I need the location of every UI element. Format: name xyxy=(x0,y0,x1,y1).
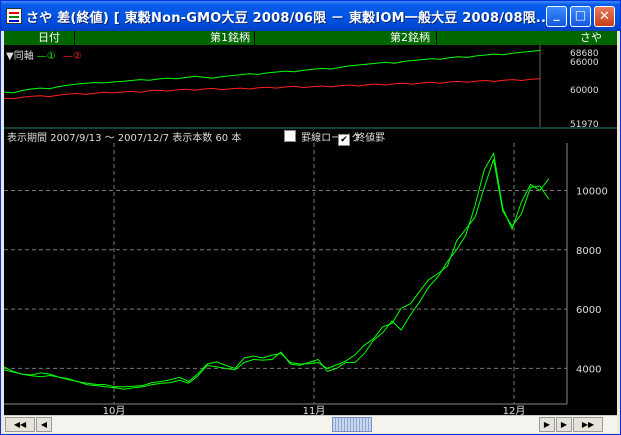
y-tick-label: 6000 xyxy=(576,305,601,316)
chart-app-icon xyxy=(6,8,22,24)
scroll-last-button[interactable]: ▶▶ xyxy=(573,417,603,432)
period-info: 表示期間 2007/9/13 ～ 2007/12/7 表示本数 60 本 xyxy=(7,133,242,144)
scroll-next-button[interactable]: ▶ xyxy=(539,417,555,432)
close-line-label: 終値罫 xyxy=(355,133,386,144)
chart-window: さや 差(終値) [ 東穀Non-GMO大豆 2008/06限 － 東穀IOM一… xyxy=(0,0,621,435)
upper-series-line xyxy=(4,78,541,100)
upper-axis-label: 51970 xyxy=(570,120,599,130)
x-tick-label: 10月 xyxy=(103,405,126,415)
chart-svg: 686806600060000519704000600080001000010月… xyxy=(4,45,617,415)
minimize-button[interactable]: _ xyxy=(546,6,567,27)
x-tick-label: 12月 xyxy=(503,405,526,415)
window-title: さや 差(終値) [ 東穀Non-GMO大豆 2008/06限 － 東穀IOM一… xyxy=(26,11,552,26)
scroll-prev-button[interactable]: ◀ xyxy=(36,417,52,432)
y-tick-label: 10000 xyxy=(576,186,608,197)
maximize-button[interactable]: □ xyxy=(570,6,591,27)
x-tick-label: 11月 xyxy=(303,405,326,415)
spread-series-line xyxy=(4,151,550,390)
close-line-checkbox[interactable]: ✔ xyxy=(338,134,350,146)
horizontal-scrollbar[interactable]: ◀◀ ◀ ▶ ▶ ▶▶ xyxy=(4,415,617,433)
y-tick-label: 4000 xyxy=(576,364,601,375)
scroll-first-button[interactable]: ◀◀ xyxy=(5,417,35,432)
candlestick-checkbox[interactable] xyxy=(284,130,296,142)
upper-axis-label: 60000 xyxy=(570,86,599,96)
chart-area: 日付 第1銘柄 第2銘柄 さや ▼同軸 —① —② 68680 66000 6000… xyxy=(4,31,617,415)
title-bar[interactable]: さや 差(終値) [ 東穀Non-GMO大豆 2008/06限 － 東穀IOM一… xyxy=(1,1,620,31)
upper-series-line xyxy=(4,50,541,94)
close-button[interactable]: ✕ xyxy=(594,6,615,27)
scroll-page-button[interactable]: ▶ xyxy=(556,417,572,432)
upper-axis-label: 66000 xyxy=(570,58,599,68)
scroll-thumb[interactable] xyxy=(332,417,372,432)
y-tick-label: 8000 xyxy=(576,246,601,257)
close-line-option[interactable]: ✔ 終値罫 xyxy=(338,129,385,146)
spread-series-line xyxy=(4,159,550,388)
